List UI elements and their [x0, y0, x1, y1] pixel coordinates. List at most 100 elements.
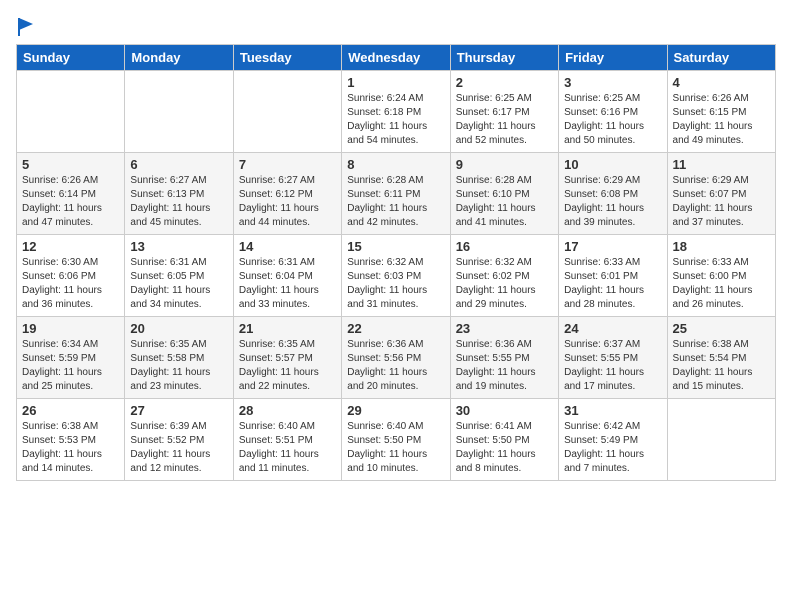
- calendar-cell: 31 Sunrise: 6:42 AM Sunset: 5:49 PM Dayli…: [559, 399, 667, 481]
- calendar-cell: [17, 71, 125, 153]
- day-info: Sunrise: 6:36 AM Sunset: 5:55 PM Dayligh…: [456, 338, 553, 394]
- day-number: 19: [22, 321, 119, 336]
- calendar: SundayMondayTuesdayWednesdayThursdayFrid…: [16, 44, 776, 481]
- weekday-header-monday: Monday: [125, 45, 233, 71]
- day-number: 13: [130, 239, 227, 254]
- calendar-cell: 19 Sunrise: 6:34 AM Sunset: 5:59 PM Dayli…: [17, 317, 125, 399]
- calendar-cell: 23 Sunrise: 6:36 AM Sunset: 5:55 PM Dayli…: [450, 317, 558, 399]
- day-number: 16: [456, 239, 553, 254]
- day-number: 31: [564, 403, 661, 418]
- day-number: 7: [239, 157, 336, 172]
- day-info: Sunrise: 6:41 AM Sunset: 5:50 PM Dayligh…: [456, 420, 553, 476]
- day-number: 14: [239, 239, 336, 254]
- calendar-cell: 14 Sunrise: 6:31 AM Sunset: 6:04 PM Dayli…: [233, 235, 341, 317]
- calendar-cell: 26 Sunrise: 6:38 AM Sunset: 5:53 PM Dayli…: [17, 399, 125, 481]
- day-number: 1: [347, 75, 444, 90]
- calendar-week-3: 12 Sunrise: 6:30 AM Sunset: 6:06 PM Dayli…: [17, 235, 776, 317]
- day-info: Sunrise: 6:40 AM Sunset: 5:50 PM Dayligh…: [347, 420, 444, 476]
- day-number: 24: [564, 321, 661, 336]
- day-number: 6: [130, 157, 227, 172]
- day-info: Sunrise: 6:38 AM Sunset: 5:53 PM Dayligh…: [22, 420, 119, 476]
- calendar-week-2: 5 Sunrise: 6:26 AM Sunset: 6:14 PM Daylig…: [17, 153, 776, 235]
- day-info: Sunrise: 6:32 AM Sunset: 6:03 PM Dayligh…: [347, 256, 444, 312]
- day-number: 26: [22, 403, 119, 418]
- day-info: Sunrise: 6:42 AM Sunset: 5:49 PM Dayligh…: [564, 420, 661, 476]
- calendar-cell: 7 Sunrise: 6:27 AM Sunset: 6:12 PM Daylig…: [233, 153, 341, 235]
- day-info: Sunrise: 6:31 AM Sunset: 6:05 PM Dayligh…: [130, 256, 227, 312]
- calendar-cell: 1Sunrise: 6:24 AM Sunset: 6:18 PM Daylig…: [342, 71, 450, 153]
- day-info: Sunrise: 6:25 AM Sunset: 6:17 PM Dayligh…: [456, 92, 553, 148]
- day-number: 8: [347, 157, 444, 172]
- calendar-cell: 8 Sunrise: 6:28 AM Sunset: 6:11 PM Daylig…: [342, 153, 450, 235]
- day-info: Sunrise: 6:26 AM Sunset: 6:15 PM Dayligh…: [673, 92, 770, 148]
- day-number: 25: [673, 321, 770, 336]
- day-info: Sunrise: 6:29 AM Sunset: 6:07 PM Dayligh…: [673, 174, 770, 230]
- calendar-cell: 29 Sunrise: 6:40 AM Sunset: 5:50 PM Dayli…: [342, 399, 450, 481]
- day-number: 3: [564, 75, 661, 90]
- weekday-header-friday: Friday: [559, 45, 667, 71]
- day-number: 15: [347, 239, 444, 254]
- calendar-cell: 5 Sunrise: 6:26 AM Sunset: 6:14 PM Daylig…: [17, 153, 125, 235]
- calendar-cell: [125, 71, 233, 153]
- day-number: 27: [130, 403, 227, 418]
- day-number: 12: [22, 239, 119, 254]
- calendar-cell: [233, 71, 341, 153]
- day-number: 28: [239, 403, 336, 418]
- day-info: Sunrise: 6:40 AM Sunset: 5:51 PM Dayligh…: [239, 420, 336, 476]
- day-number: 22: [347, 321, 444, 336]
- day-info: Sunrise: 6:39 AM Sunset: 5:52 PM Dayligh…: [130, 420, 227, 476]
- weekday-header-thursday: Thursday: [450, 45, 558, 71]
- calendar-cell: 16 Sunrise: 6:32 AM Sunset: 6:02 PM Dayli…: [450, 235, 558, 317]
- calendar-cell: 13 Sunrise: 6:31 AM Sunset: 6:05 PM Dayli…: [125, 235, 233, 317]
- day-number: 29: [347, 403, 444, 418]
- calendar-cell: 24 Sunrise: 6:37 AM Sunset: 5:55 PM Dayli…: [559, 317, 667, 399]
- logo: [16, 16, 35, 34]
- calendar-cell: 2 Sunrise: 6:25 AM Sunset: 6:17 PM Daylig…: [450, 71, 558, 153]
- weekday-header-saturday: Saturday: [667, 45, 775, 71]
- day-info: Sunrise: 6:30 AM Sunset: 6:06 PM Dayligh…: [22, 256, 119, 312]
- day-number: 18: [673, 239, 770, 254]
- logo-flag-icon: [17, 16, 35, 38]
- calendar-cell: 11 Sunrise: 6:29 AM Sunset: 6:07 PM Dayli…: [667, 153, 775, 235]
- day-info: Sunrise: 6:36 AM Sunset: 5:56 PM Dayligh…: [347, 338, 444, 394]
- day-info: Sunrise: 6:35 AM Sunset: 5:58 PM Dayligh…: [130, 338, 227, 394]
- day-number: 2: [456, 75, 553, 90]
- day-info: Sunrise: 6:35 AM Sunset: 5:57 PM Dayligh…: [239, 338, 336, 394]
- calendar-cell: 28 Sunrise: 6:40 AM Sunset: 5:51 PM Dayli…: [233, 399, 341, 481]
- day-number: 4: [673, 75, 770, 90]
- day-info: Sunrise: 6:33 AM Sunset: 6:00 PM Dayligh…: [673, 256, 770, 312]
- calendar-cell: 21Sunrise: 6:35 AM Sunset: 5:57 PM Dayli…: [233, 317, 341, 399]
- day-info: Sunrise: 6:28 AM Sunset: 6:10 PM Dayligh…: [456, 174, 553, 230]
- day-number: 30: [456, 403, 553, 418]
- day-info: Sunrise: 6:31 AM Sunset: 6:04 PM Dayligh…: [239, 256, 336, 312]
- calendar-cell: 10Sunrise: 6:29 AM Sunset: 6:08 PM Dayli…: [559, 153, 667, 235]
- day-number: 23: [456, 321, 553, 336]
- calendar-cell: 27 Sunrise: 6:39 AM Sunset: 5:52 PM Dayli…: [125, 399, 233, 481]
- calendar-cell: 17Sunrise: 6:33 AM Sunset: 6:01 PM Dayli…: [559, 235, 667, 317]
- day-info: Sunrise: 6:29 AM Sunset: 6:08 PM Dayligh…: [564, 174, 661, 230]
- calendar-week-4: 19 Sunrise: 6:34 AM Sunset: 5:59 PM Dayli…: [17, 317, 776, 399]
- day-info: Sunrise: 6:38 AM Sunset: 5:54 PM Dayligh…: [673, 338, 770, 394]
- weekday-header-wednesday: Wednesday: [342, 45, 450, 71]
- calendar-cell: 20Sunrise: 6:35 AM Sunset: 5:58 PM Dayli…: [125, 317, 233, 399]
- weekday-header-tuesday: Tuesday: [233, 45, 341, 71]
- calendar-cell: [667, 399, 775, 481]
- day-info: Sunrise: 6:28 AM Sunset: 6:11 PM Dayligh…: [347, 174, 444, 230]
- calendar-cell: 25 Sunrise: 6:38 AM Sunset: 5:54 PM Dayli…: [667, 317, 775, 399]
- day-number: 11: [673, 157, 770, 172]
- calendar-cell: 9 Sunrise: 6:28 AM Sunset: 6:10 PM Daylig…: [450, 153, 558, 235]
- day-info: Sunrise: 6:25 AM Sunset: 6:16 PM Dayligh…: [564, 92, 661, 148]
- day-number: 5: [22, 157, 119, 172]
- day-info: Sunrise: 6:27 AM Sunset: 6:13 PM Dayligh…: [130, 174, 227, 230]
- day-number: 9: [456, 157, 553, 172]
- day-info: Sunrise: 6:32 AM Sunset: 6:02 PM Dayligh…: [456, 256, 553, 312]
- day-info: Sunrise: 6:27 AM Sunset: 6:12 PM Dayligh…: [239, 174, 336, 230]
- calendar-cell: 4 Sunrise: 6:26 AM Sunset: 6:15 PM Daylig…: [667, 71, 775, 153]
- calendar-week-5: 26 Sunrise: 6:38 AM Sunset: 5:53 PM Dayli…: [17, 399, 776, 481]
- day-info: Sunrise: 6:34 AM Sunset: 5:59 PM Dayligh…: [22, 338, 119, 394]
- day-info: Sunrise: 6:26 AM Sunset: 6:14 PM Dayligh…: [22, 174, 119, 230]
- day-info: Sunrise: 6:37 AM Sunset: 5:55 PM Dayligh…: [564, 338, 661, 394]
- calendar-week-1: 1Sunrise: 6:24 AM Sunset: 6:18 PM Daylig…: [17, 71, 776, 153]
- calendar-cell: 3 Sunrise: 6:25 AM Sunset: 6:16 PM Daylig…: [559, 71, 667, 153]
- calendar-cell: 15 Sunrise: 6:32 AM Sunset: 6:03 PM Dayli…: [342, 235, 450, 317]
